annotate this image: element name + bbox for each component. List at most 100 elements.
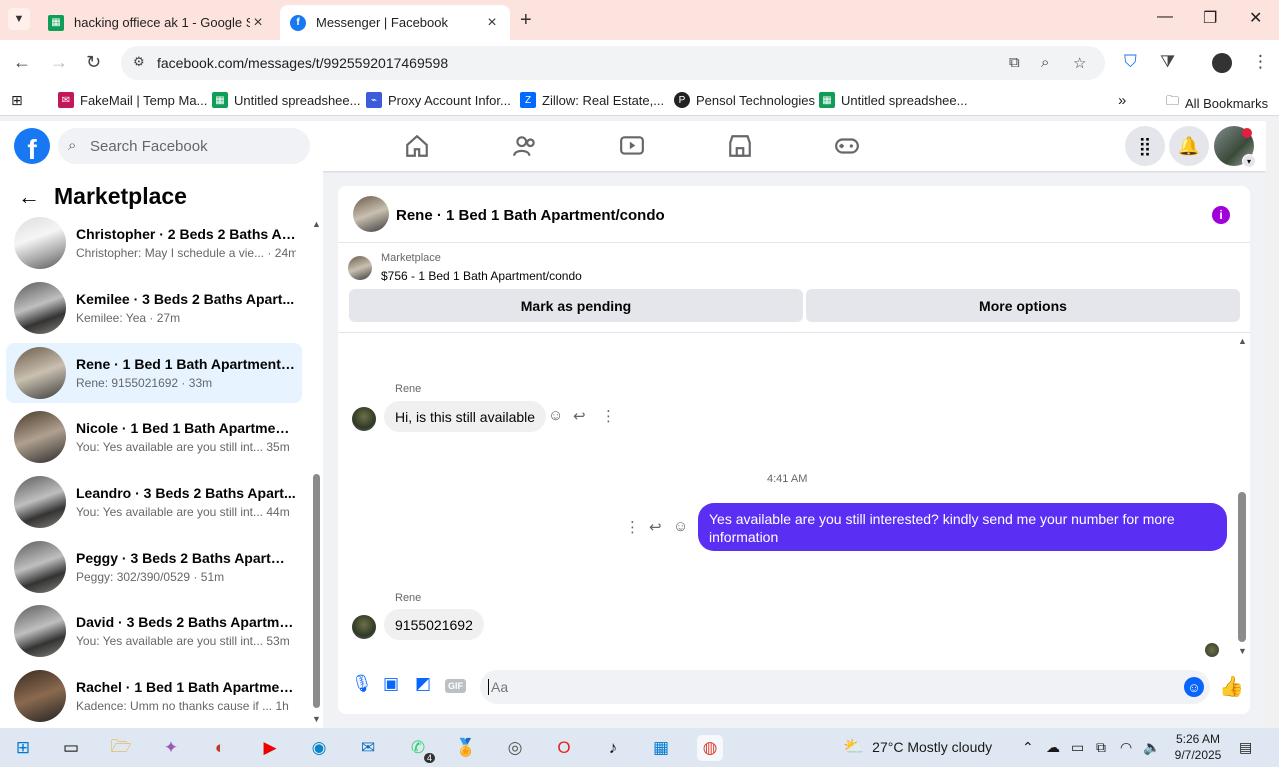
outlook-icon[interactable]: ✉: [355, 735, 381, 761]
scroll-down-arrow[interactable]: ▼: [312, 714, 321, 724]
bookmark-star-icon[interactable]: ☆: [1073, 54, 1086, 72]
app-icon[interactable]: ◎: [502, 735, 528, 761]
opera-icon[interactable]: O: [551, 735, 577, 761]
conversation-item[interactable]: Leandro · 3 Beds 2 Baths Apart... You: Ye…: [6, 473, 302, 531]
facebook-search[interactable]: ⌕: [58, 128, 310, 164]
message-input-wrapper[interactable]: ☺: [480, 670, 1210, 704]
chrome-icon[interactable]: ◍: [697, 735, 723, 761]
youtube-icon[interactable]: ▶: [257, 735, 283, 761]
message-bubble-outgoing[interactable]: Yes available are you still interested? …: [698, 503, 1227, 551]
more-icon[interactable]: ⋮: [601, 407, 616, 425]
notifications-bell-icon[interactable]: 🔔: [1169, 126, 1209, 166]
conversation-item[interactable]: Nicole · 1 Bed 1 Bath Apartment... You: Y…: [6, 408, 302, 466]
react-emoji-icon[interactable]: ☺: [673, 518, 688, 535]
page-scrollbar[interactable]: [1266, 121, 1279, 728]
more-bookmarks-icon[interactable]: »: [1118, 92, 1126, 109]
more-icon[interactable]: ⋮: [625, 518, 640, 536]
copilot-icon[interactable]: ✦: [158, 735, 184, 761]
store-icon[interactable]: ▦: [648, 735, 674, 761]
react-emoji-icon[interactable]: ☺: [548, 407, 563, 424]
emoji-icon[interactable]: ☺: [1184, 677, 1204, 697]
chevron-up-icon[interactable]: ⌃: [1022, 739, 1034, 756]
conversation-item[interactable]: Kemilee · 3 Beds 2 Baths Apart... Kemilee…: [6, 279, 302, 337]
mark-as-pending-button[interactable]: Mark as pending: [349, 289, 803, 322]
reply-icon[interactable]: ↩: [649, 518, 662, 536]
windows-start-icon[interactable]: ⊞: [10, 735, 36, 761]
close-window-button[interactable]: ✕: [1249, 8, 1262, 28]
task-view-icon[interactable]: ▭: [58, 735, 84, 761]
weather-widget[interactable]: ⛅ 27°C Mostly cloudy: [843, 737, 992, 757]
close-icon[interactable]: ×: [250, 14, 266, 32]
wifi-icon[interactable]: ◠: [1120, 739, 1132, 756]
video-icon[interactable]: [619, 133, 645, 159]
home-icon[interactable]: [404, 133, 430, 159]
menu-grid-icon[interactable]: ⣿: [1125, 126, 1165, 166]
info-icon[interactable]: i: [1212, 206, 1230, 224]
tray-icon[interactable]: ⧉: [1096, 739, 1106, 756]
message-input[interactable]: [488, 679, 1168, 695]
more-options-button[interactable]: More options: [806, 289, 1240, 322]
friends-icon[interactable]: [512, 133, 538, 159]
system-clock[interactable]: 5:26 AM 9/7/2025: [1170, 731, 1226, 763]
battery-icon[interactable]: ▭: [1071, 739, 1084, 756]
conversation-item[interactable]: Rachel · 1 Bed 1 Bath Apartment... Kadenc…: [6, 667, 302, 725]
message-bubble-incoming[interactable]: 9155021692: [384, 609, 484, 640]
new-tab-button[interactable]: +: [520, 9, 532, 32]
chat-avatar[interactable]: [353, 196, 389, 232]
back-button[interactable]: ←: [13, 52, 31, 73]
extension-shield-icon[interactable]: ⛉: [1124, 52, 1137, 72]
search-input[interactable]: [90, 128, 300, 164]
bookmark-spreadsheet-2[interactable]: ▦ Untitled spreadshee...: [819, 92, 967, 108]
file-explorer-icon[interactable]: 🗁: [108, 735, 134, 761]
all-bookmarks[interactable]: 🗀 All Bookmarks: [1166, 92, 1268, 114]
scroll-up-arrow[interactable]: ▲: [312, 219, 321, 229]
chat-title[interactable]: Rene · 1 Bed 1 Bath Apartment/condo: [396, 207, 665, 224]
facebook-logo[interactable]: f: [14, 128, 50, 164]
thumbs-up-icon[interactable]: 👍: [1219, 674, 1244, 699]
onedrive-icon[interactable]: ☁: [1046, 739, 1060, 756]
tab-messenger[interactable]: f Messenger | Facebook ×: [280, 5, 510, 40]
edge-icon[interactable]: ◉: [306, 735, 332, 761]
site-info-icon[interactable]: ⚙: [133, 54, 145, 70]
photo-icon[interactable]: ▣: [383, 674, 399, 694]
marketplace-icon[interactable]: [727, 133, 753, 159]
sticker-icon[interactable]: ◩: [415, 674, 431, 694]
bookmark-pensol[interactable]: P Pensol Technologies: [674, 92, 815, 108]
address-bar[interactable]: ⚙ facebook.com/messages/t/99255920174695…: [121, 46, 1105, 80]
conversation-item[interactable]: David · 3 Beds 2 Baths Apartme... You: Ye…: [6, 602, 302, 660]
scroll-up-arrow[interactable]: ▲: [1238, 336, 1247, 346]
medal-icon[interactable]: 🏅: [453, 735, 479, 761]
close-icon[interactable]: ×: [484, 14, 500, 32]
chat-scrollbar[interactable]: [1238, 492, 1246, 642]
reload-button[interactable]: ↻: [86, 52, 101, 73]
minimize-button[interactable]: —: [1157, 8, 1173, 26]
tab-search-button[interactable]: ▼: [8, 8, 30, 30]
gif-icon[interactable]: GIF: [445, 679, 466, 693]
account-avatar[interactable]: ▾: [1214, 126, 1256, 168]
install-app-icon[interactable]: ⧉: [1009, 54, 1020, 71]
zoom-icon[interactable]: ⌕: [1041, 54, 1049, 71]
message-bubble-incoming[interactable]: Hi, is this still available: [384, 401, 547, 432]
conversation-item-selected[interactable]: Rene · 1 Bed 1 Bath Apartment/c... Rene: …: [6, 343, 302, 403]
restore-button[interactable]: ❐: [1203, 8, 1217, 28]
forward-button[interactable]: →: [50, 52, 68, 73]
tiktok-icon[interactable]: ♪: [600, 735, 626, 761]
notification-center-icon[interactable]: ▤: [1239, 739, 1252, 756]
panel-scrollbar[interactable]: [313, 474, 320, 708]
url-text[interactable]: facebook.com/messages/t/9925592017469598: [157, 55, 448, 71]
bookmark-zillow[interactable]: Z Zillow: Real Estate,...: [520, 92, 664, 108]
conversation-item[interactable]: Peggy · 3 Beds 2 Baths Apartme... Peggy: …: [6, 538, 302, 596]
volume-icon[interactable]: 🔈: [1143, 739, 1160, 756]
tab-google-sheets[interactable]: ▦ hacking offiece ak 1 - Google Sh ×: [38, 5, 276, 40]
whatsapp-icon[interactable]: ✆ 4: [405, 735, 435, 763]
reply-icon[interactable]: ↩: [573, 407, 586, 425]
profile-avatar[interactable]: [1212, 53, 1232, 73]
gaming-icon[interactable]: [834, 133, 860, 159]
extensions-icon[interactable]: ⧩: [1160, 52, 1175, 72]
apps-icon[interactable]: ⊞: [11, 92, 23, 109]
microphone-icon[interactable]: 🎙: [351, 674, 373, 694]
conversation-item[interactable]: Christopher · 2 Beds 2 Baths Ap... Christ…: [6, 214, 302, 272]
app-icon[interactable]: ◐: [207, 735, 233, 761]
bookmark-proxy[interactable]: ⌁ Proxy Account Infor...: [366, 92, 511, 108]
scroll-down-arrow[interactable]: ▼: [1238, 646, 1247, 656]
